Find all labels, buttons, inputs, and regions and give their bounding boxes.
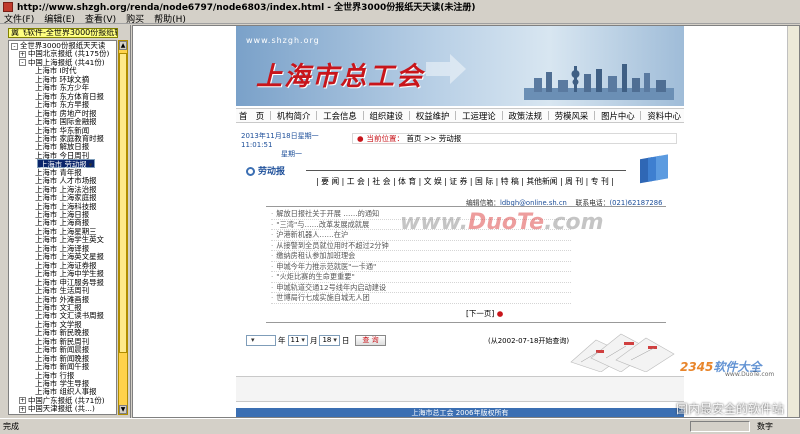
news-item-title: 从接警到全员就位用时不超过2分钟 <box>276 240 389 250</box>
news-item-title: 缴纳房租认参加加班理会 <box>276 251 356 260</box>
bullet-icon: · <box>271 251 274 260</box>
location-label: 当前位置： <box>366 134 405 143</box>
nav-about[interactable]: 机构简介 <box>277 110 311 122</box>
bullet-icon: · <box>271 261 274 271</box>
nav-policy[interactable]: 政策法规 <box>508 110 542 122</box>
news-item-title: 申城今年力推示范就医"一卡通" <box>276 261 377 271</box>
newspapers-image <box>570 333 675 372</box>
search-button[interactable]: 查 询 <box>355 334 386 346</box>
news-item-title: 世博局行七成实施自城无人团 <box>276 293 370 302</box>
footer-bar <box>236 376 684 402</box>
site-banner: www.shzgh.org 上海市总工会 <box>236 26 684 106</box>
expand-icon[interactable]: + <box>19 405 26 413</box>
nav-models[interactable]: 劳模风采 <box>555 110 589 122</box>
date-box: 2013年11月18日星期一 11:01:51 星期一 <box>241 132 349 158</box>
year-select[interactable] <box>246 334 276 346</box>
year-label: 年 <box>278 335 286 345</box>
divider <box>266 206 666 207</box>
nav-rights[interactable]: 权益维护 <box>416 110 450 122</box>
bullet-icon: · <box>271 293 274 302</box>
bullet-icon: · <box>271 272 274 281</box>
nav-pictures[interactable]: 图片中心 <box>601 110 635 122</box>
news-item[interactable]: · 申城轨道交通12号线年内启动建设 <box>271 282 571 293</box>
copyright: 上海市总工会 2006年版权所有 <box>236 408 684 417</box>
menu-buy[interactable]: 购买 <box>122 12 150 25</box>
collapse-icon[interactable]: - <box>19 59 26 67</box>
city-skyline-image <box>524 64 674 100</box>
day-label: 日 <box>341 335 350 345</box>
weekday-line: 星期一 <box>281 150 302 158</box>
location-bar: ● 当前位置： 首页 >> 劳动报 <box>352 133 677 144</box>
app-icon <box>3 1 13 12</box>
browser-scrollbar[interactable] <box>787 26 799 417</box>
date-search: 年 11 月 18 日 查 询 <box>244 333 474 347</box>
status-bar: 完成 数字 <box>0 418 800 434</box>
menu-view[interactable]: 查看(V) <box>81 12 122 25</box>
news-item[interactable]: · 世博局行七成实施自城无人团 <box>271 293 571 304</box>
circle-icon <box>246 167 255 176</box>
tree-node-label: 中国天津报纸 (共...) <box>28 404 95 414</box>
status-panel <box>690 421 750 432</box>
news-item-title: "三湾"与……改革发展成就展 <box>276 219 370 229</box>
date-line: 2013年11月18日星期一 11:01:51 <box>241 132 319 149</box>
status-zone: 数字 <box>757 422 773 431</box>
menu-edit[interactable]: 编辑(E) <box>40 12 81 25</box>
search-hint: (从2002-07-18开始查询) <box>488 337 570 345</box>
news-item[interactable]: · "火炬比赛的生命更重要" <box>271 272 571 283</box>
tree-scrollbar[interactable]: ▲ ▼ <box>118 40 128 415</box>
month-select[interactable]: 11 <box>287 334 308 346</box>
tree-folder[interactable]: + 中国天津报纸 (共...) <box>19 404 95 413</box>
arrow-graphic <box>426 54 466 84</box>
month-label: 月 <box>309 335 318 345</box>
news-item[interactable]: · 缴纳房租认参加加班理会 <box>271 251 571 262</box>
bullet-icon: · <box>271 209 274 218</box>
left-panel: 翼飞软件-全世界3000份报纸软件 -全世界3000份报纸天天读+中国北京报纸 … <box>0 25 131 418</box>
nav-home[interactable]: 首 页 <box>239 110 264 122</box>
site-logo: 上海市总工会 <box>256 62 425 92</box>
bullet-icon: · <box>271 219 274 229</box>
bullet-icon: · <box>271 282 274 292</box>
expand-icon[interactable]: + <box>19 397 26 405</box>
nav-theory[interactable]: 工运理论 <box>462 110 496 122</box>
nav-org[interactable]: 组织建设 <box>370 110 404 122</box>
menu-help[interactable]: 帮助(H) <box>150 12 192 25</box>
banner-url: www.shzgh.org <box>246 36 320 45</box>
menu-bar: 文件(F) 编辑(E) 查看(V) 购买 帮助(H) <box>0 12 800 25</box>
day-select[interactable]: 18 <box>319 334 340 346</box>
status-text: 完成 <box>3 422 19 431</box>
site-nav: 首 页 机构简介 工会信息 组织建设 权益维护 工运理论 政策法规 劳模风采 图… <box>236 108 684 123</box>
expand-icon[interactable]: + <box>19 50 26 58</box>
news-item-title: "火炬比赛的生命更重要" <box>276 272 355 281</box>
menu-file[interactable]: 文件(F) <box>0 12 40 25</box>
bullet-icon: · <box>271 230 274 239</box>
bullet-icon: · <box>271 240 274 250</box>
news-item-title: 解放日报社关于开展 ……的通知 <box>276 209 380 218</box>
watermark-duote: www.DuoTe.com <box>400 210 604 235</box>
news-item[interactable]: · 从接警到全员就位用时不超过2分钟 <box>271 240 571 251</box>
category-links[interactable]: | 要 闻 | 工 会 | 社 会 | 体 育 | 文 娱 | 证 券 | 国 … <box>316 176 614 187</box>
nav-union-info[interactable]: 工会信息 <box>323 110 357 122</box>
news-item-title: 沪港新机器人……在沪 <box>276 230 349 239</box>
nav-resources[interactable]: 资料中心 <box>647 110 681 122</box>
next-page-link[interactable]: [下一页] ● <box>466 308 503 319</box>
watermark-url: www.DuoTe.com <box>725 371 775 378</box>
collapse-icon[interactable]: - <box>11 42 18 50</box>
scroll-up-button[interactable]: ▲ <box>119 41 127 50</box>
watermark-slogan: 国内最安全的软件站 <box>676 402 785 416</box>
section-title: 劳动报 <box>246 164 285 177</box>
scroll-down-button[interactable]: ▼ <box>119 405 127 414</box>
scroll-thumb[interactable] <box>119 53 127 353</box>
location-path[interactable]: 首页 >> 劳动报 <box>406 134 461 143</box>
books-icon <box>640 154 668 184</box>
news-item[interactable]: · 申城今年力推示范就医"一卡通" <box>271 261 571 272</box>
left-panel-header: 翼飞软件-全世界3000份报纸软件 <box>8 28 118 38</box>
bullet-icon: ● <box>357 134 364 143</box>
arrow-right-icon: ● <box>496 309 504 318</box>
news-item-title: 申城轨道交通12号线年内启动建设 <box>276 282 387 292</box>
newspaper-tree[interactable]: - 全世界3000份报纸天天读 + 中国北京报纸 (共175份) - 中国上海报纸 (共4… <box>8 40 117 415</box>
section-divider <box>306 170 626 171</box>
